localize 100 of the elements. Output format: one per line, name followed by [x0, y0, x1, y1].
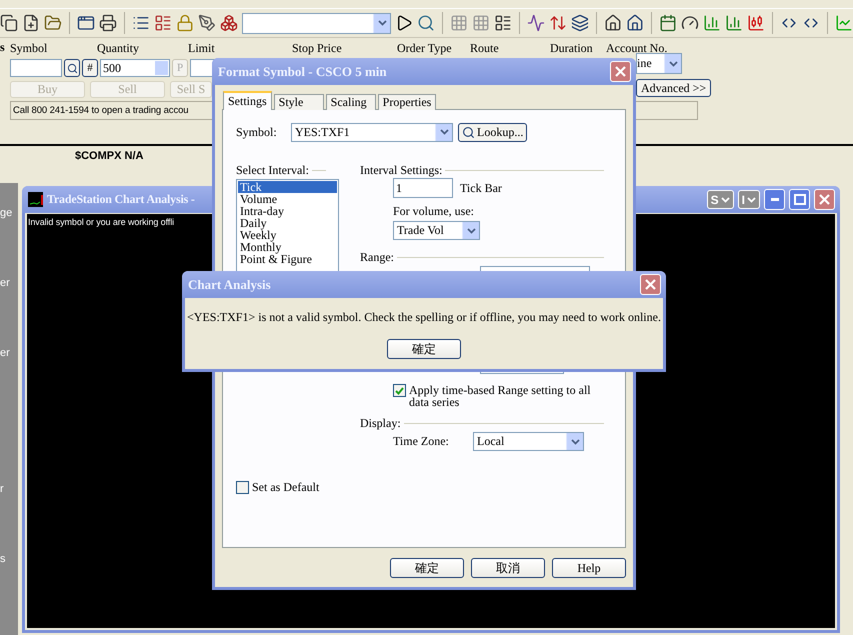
section-heading: Select Interval:: [236, 162, 309, 178]
caret-icon: [747, 196, 756, 202]
lookup-button[interactable]: Lookup...: [458, 122, 528, 142]
cubes-icon[interactable]: [220, 14, 238, 32]
house-icon[interactable]: [604, 14, 622, 32]
field-label: Limit: [188, 41, 216, 56]
caret-icon: [466, 228, 476, 234]
house-icon[interactable]: [626, 14, 644, 32]
list-icon[interactable]: [154, 14, 172, 32]
checkmark-icon: [395, 386, 404, 394]
field-label: Tick Bar: [460, 180, 502, 196]
interval-field[interactable]: 1: [393, 178, 453, 198]
panel-label: s: [0, 40, 5, 55]
window-icon[interactable]: [76, 14, 95, 32]
panel-label: r: [0, 483, 5, 495]
field-label: Quantity: [97, 41, 140, 56]
play-icon[interactable]: [395, 14, 414, 32]
field-label: Duration: [550, 41, 594, 56]
calendar-icon[interactable]: [659, 14, 678, 32]
field-label: Symbol: [10, 41, 48, 56]
dialog-title: Format Symbol - CSCO 5 min: [218, 64, 387, 80]
search-icon: [66, 62, 78, 74]
minimize-icon: [770, 198, 778, 201]
list-item[interactable]: Point & Figure: [238, 253, 337, 265]
arrows-icon[interactable]: [549, 14, 568, 32]
line-chart-icon[interactable]: [834, 14, 853, 32]
field-label: Time Zone:: [393, 434, 450, 449]
windows-icon[interactable]: [0, 14, 18, 32]
section-heading: Display:: [360, 416, 401, 430]
section-heading: Interval Settings:: [360, 162, 442, 178]
tab[interactable]: Settings: [223, 91, 272, 110]
checkbox[interactable]: [236, 481, 249, 494]
field-label: Stop Price: [292, 41, 343, 56]
pen-icon[interactable]: [198, 14, 216, 32]
symbol-dropdown[interactable]: YES:TXF1: [291, 122, 453, 142]
maximize-icon: [794, 194, 806, 205]
dialog-button[interactable]: 取消: [471, 558, 545, 578]
list-icon[interactable]: [132, 14, 150, 32]
close-button[interactable]: [640, 274, 661, 295]
field-label: Order Type: [397, 41, 453, 56]
timezone-dropdown[interactable]: Local: [473, 432, 584, 451]
list-item[interactable]: Daily: [238, 217, 337, 229]
dialog-button[interactable]: Help: [552, 558, 626, 578]
tab[interactable]: Scaling: [326, 94, 376, 110]
minimize-button[interactable]: [764, 189, 785, 210]
section-heading: Range:: [360, 250, 394, 264]
dropdown-button[interactable]: [373, 14, 390, 32]
gauge-icon[interactable]: [681, 14, 700, 32]
field-label: Symbol:: [236, 124, 278, 140]
caret-icon: [378, 20, 387, 26]
close-icon: [615, 66, 626, 77]
status-message: Invalid symbol or you are working offli: [28, 217, 174, 227]
field-label: Account No.: [606, 41, 668, 56]
volume-dropdown[interactable]: Trade Vol: [393, 221, 480, 240]
chart-app-icon: [28, 192, 43, 207]
candlestick-icon[interactable]: [747, 14, 765, 32]
close-button[interactable]: [610, 61, 631, 82]
tab[interactable]: Style: [274, 94, 324, 110]
tab[interactable]: Properties: [378, 94, 436, 110]
caret-icon: [570, 438, 580, 444]
magnifier-icon[interactable]: [417, 14, 436, 32]
checkbox-label: Set as Default: [252, 481, 320, 493]
symbol-field[interactable]: [10, 59, 62, 77]
new-document-icon[interactable]: [22, 14, 40, 32]
checkbox[interactable]: [393, 384, 406, 397]
list-item[interactable]: Weekly: [238, 229, 337, 241]
quantity-field[interactable]: 500: [100, 59, 170, 77]
lock-icon[interactable]: [176, 14, 194, 32]
caret-icon: [668, 60, 678, 66]
close-icon: [645, 279, 656, 290]
panel-label: er: [0, 277, 11, 289]
search-button[interactable]: [64, 59, 80, 77]
caret-icon: [440, 129, 448, 135]
list-item[interactable]: Volume: [238, 193, 337, 205]
list-icon[interactable]: [494, 14, 512, 32]
field-label: Route: [470, 41, 500, 56]
ticker-text: $COMPX N/A: [75, 150, 144, 162]
wave-icon[interactable]: [527, 14, 546, 32]
list-item[interactable]: Tick: [238, 181, 337, 193]
folder-icon[interactable]: [44, 14, 62, 32]
close-button[interactable]: [814, 189, 835, 210]
printer-icon[interactable]: [98, 14, 117, 32]
list-item[interactable]: Monthly: [238, 241, 337, 253]
bar-chart-icon[interactable]: [725, 14, 744, 32]
window-title: TradeStation Chart Analysis -: [47, 192, 195, 207]
advanced-button[interactable]: Advanced >>: [636, 79, 712, 97]
list-item[interactable]: Intra-day: [238, 205, 337, 217]
hash-button[interactable]: #: [82, 59, 98, 77]
caret-icon: [720, 196, 730, 202]
error-message: <YES:TXF1> is not a valid symbol. Check the spelling or if offline, you may need to work online.: [186, 310, 662, 325]
search-icon: [462, 126, 475, 138]
panel-label: ge: [0, 207, 14, 219]
account-dropdown[interactable]: ine: [636, 53, 682, 74]
dialog-button[interactable]: 確定: [390, 558, 464, 578]
panel-label: er: [0, 347, 11, 359]
maximize-button[interactable]: [789, 189, 810, 210]
checkbox-label: Apply time-based Range setting to all data series: [409, 384, 592, 408]
close-icon: [819, 194, 830, 205]
panel-label: s: [0, 553, 6, 565]
ok-button[interactable]: 確定: [387, 339, 461, 359]
